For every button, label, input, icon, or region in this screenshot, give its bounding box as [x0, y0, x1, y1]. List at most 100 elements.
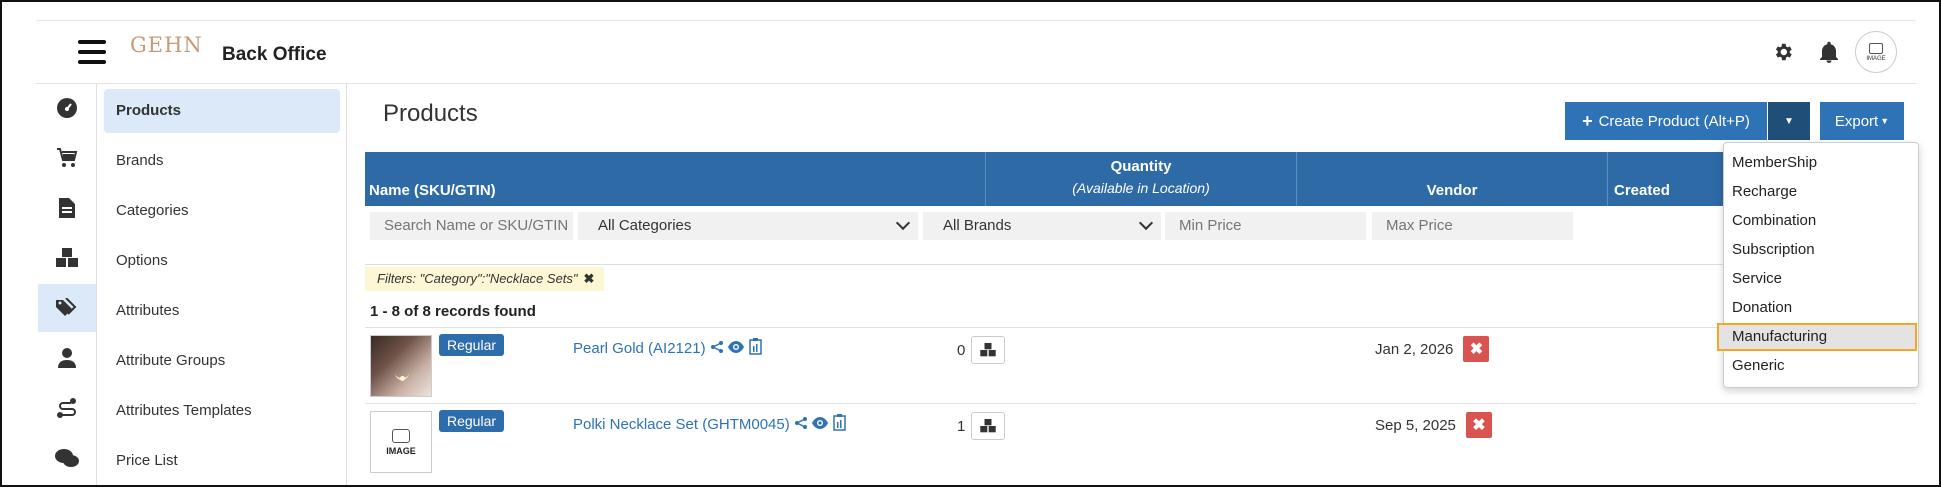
main-content: Products + Create Product (Alt+P) ▼ Expo… — [347, 84, 1916, 485]
table-row: IMAGE Regular Polki Necklace Set (GHTM00… — [365, 403, 1916, 480]
created-cell: Jan 2, 2026 ✖ — [1375, 336, 1490, 362]
active-filter-label: Filters: "Category":"Necklace Sets" — [377, 271, 578, 286]
create-product-label: Create Product (Alt+P) — [1598, 112, 1750, 130]
tags-icon[interactable] — [38, 284, 96, 332]
created-date: Sep 5, 2025 — [1375, 416, 1456, 434]
camera-icon — [392, 428, 410, 443]
menu-item-donation[interactable]: Donation — [1726, 294, 1914, 322]
quantity-value: 1 — [957, 417, 966, 435]
eye-icon[interactable] — [727, 340, 744, 356]
column-created-label: Created — [1614, 182, 1670, 199]
inventory-button[interactable] — [971, 412, 1006, 440]
chevron-down-icon — [895, 215, 911, 231]
sidebar-item-attribute-groups[interactable]: Attribute Groups — [104, 339, 340, 383]
quantity-cell: 1 — [957, 412, 1006, 440]
column-vendor[interactable]: Vendor — [1297, 152, 1608, 206]
records-count: 1 - 8 of 8 records found — [370, 303, 536, 320]
menu-item-membership[interactable]: MemberShip — [1726, 149, 1914, 177]
product-thumbnail[interactable] — [370, 335, 432, 397]
menu-icon[interactable] — [78, 40, 106, 64]
inventory-button[interactable] — [971, 336, 1006, 364]
search-input[interactable] — [370, 212, 573, 240]
boxes-icon — [980, 419, 997, 433]
sidebar-item-price-list[interactable]: Price List — [104, 439, 340, 483]
filter-row: All Categories All Brands — [365, 206, 1916, 265]
brand-logo: GEHN — [130, 33, 203, 57]
bell-icon[interactable] — [1817, 40, 1841, 64]
eye-icon[interactable] — [811, 416, 828, 432]
column-quantity[interactable]: Quantity (Available in Location) — [986, 152, 1297, 206]
no-image-label: IMAGE — [386, 445, 416, 456]
clipboard-icon[interactable] — [748, 338, 762, 358]
product-thumbnail[interactable]: IMAGE — [370, 411, 432, 473]
sidebar-item-options[interactable]: Options — [104, 239, 340, 283]
column-name-label: Name (SKU/GTIN) — [369, 182, 496, 199]
sidebar-item-attributes[interactable]: Attributes — [104, 289, 340, 333]
caret-down-icon: ▼ — [1784, 115, 1794, 127]
plus-icon: + — [1582, 110, 1593, 131]
delete-button[interactable]: ✖ — [1465, 412, 1492, 438]
sidebar-item-attributes-templates[interactable]: Attributes Templates — [104, 389, 340, 433]
caret-down-icon: ▼ — [1880, 116, 1890, 126]
created-date: Jan 2, 2026 — [1375, 340, 1454, 358]
cart-icon[interactable] — [38, 134, 96, 182]
sidebar-item-categories[interactable]: Categories — [104, 189, 340, 233]
quantity-cell: 0 — [957, 336, 1006, 364]
export-label: Export — [1834, 112, 1879, 130]
icon-rail — [38, 84, 97, 485]
brand-select-value: All Brands — [943, 217, 1012, 234]
menu-item-generic[interactable]: Generic — [1726, 352, 1914, 380]
app-frame: GEHN Back Office IMAGE Products Brands C… — [0, 0, 1941, 487]
column-quantity-label: Quantity — [1110, 158, 1172, 175]
delete-button[interactable]: ✖ — [1463, 336, 1490, 362]
chevron-down-icon — [1138, 215, 1154, 231]
top-bar: GEHN Back Office IMAGE — [36, 20, 1916, 84]
column-name[interactable]: Name (SKU/GTIN) — [365, 152, 986, 206]
quantity-value: 0 — [957, 341, 966, 359]
document-icon[interactable] — [38, 184, 96, 232]
product-type-badge: Regular — [439, 334, 505, 356]
dashboard-icon[interactable] — [38, 84, 96, 132]
boxes-icon — [980, 343, 997, 357]
clipboard-icon[interactable] — [833, 414, 846, 434]
product-link[interactable]: Pearl Gold (AI2121) — [573, 338, 762, 358]
created-cell: Sep 5, 2025 ✖ — [1375, 412, 1492, 438]
product-name: Pearl Gold (AI2121) — [573, 339, 706, 357]
table-row: Regular Pearl Gold (AI2121) 0 Jan 2, 202… — [365, 327, 1916, 404]
menu-item-subscription[interactable]: Subscription — [1726, 236, 1914, 264]
avatar-label: IMAGE — [1866, 55, 1886, 62]
create-product-type-menu: MemberShip Recharge Combination Subscrip… — [1717, 142, 1919, 388]
min-price-input[interactable] — [1165, 212, 1366, 240]
camera-icon — [1869, 42, 1883, 54]
menu-item-manufacturing[interactable]: Manufacturing — [1717, 323, 1917, 351]
user-icon[interactable] — [38, 334, 96, 382]
sidebar-item-brands[interactable]: Brands — [104, 139, 340, 183]
sidebar-item-products[interactable]: Products — [104, 89, 340, 133]
table-header: Name (SKU/GTIN) Quantity (Available in L… — [365, 152, 1916, 206]
brand-select[interactable]: All Brands — [923, 212, 1161, 240]
menu-item-combination[interactable]: Combination — [1726, 207, 1914, 235]
menu-item-service[interactable]: Service — [1726, 265, 1914, 293]
create-product-button[interactable]: + Create Product (Alt+P) — [1565, 102, 1767, 140]
products-sidenav: Products Brands Categories Options Attri… — [98, 84, 347, 485]
page-title: Products — [383, 100, 478, 127]
gear-icon[interactable] — [1771, 40, 1795, 64]
share-icon[interactable] — [794, 416, 807, 432]
product-name: Polki Necklace Set (GHTM0045) — [573, 415, 790, 433]
menu-item-recharge[interactable]: Recharge — [1726, 178, 1914, 206]
share-icon[interactable] — [710, 340, 723, 356]
remove-filter-icon[interactable]: ✖ — [584, 271, 595, 286]
column-vendor-label: Vendor — [1426, 182, 1478, 199]
category-select-value: All Categories — [598, 217, 692, 234]
avatar[interactable]: IMAGE — [1855, 31, 1897, 73]
column-quantity-sublabel: (Available in Location) — [1072, 180, 1210, 196]
category-select[interactable]: All Categories — [578, 212, 918, 240]
product-link[interactable]: Polki Necklace Set (GHTM0045) — [573, 414, 846, 434]
max-price-input[interactable] — [1372, 212, 1573, 240]
create-product-dropdown-toggle[interactable]: ▼ — [1768, 102, 1810, 140]
boxes-icon[interactable] — [38, 234, 96, 282]
route-icon[interactable] — [38, 384, 96, 432]
app-title: Back Office — [222, 44, 327, 65]
chat-icon[interactable] — [38, 434, 96, 482]
export-button[interactable]: Export ▼ — [1820, 102, 1904, 140]
